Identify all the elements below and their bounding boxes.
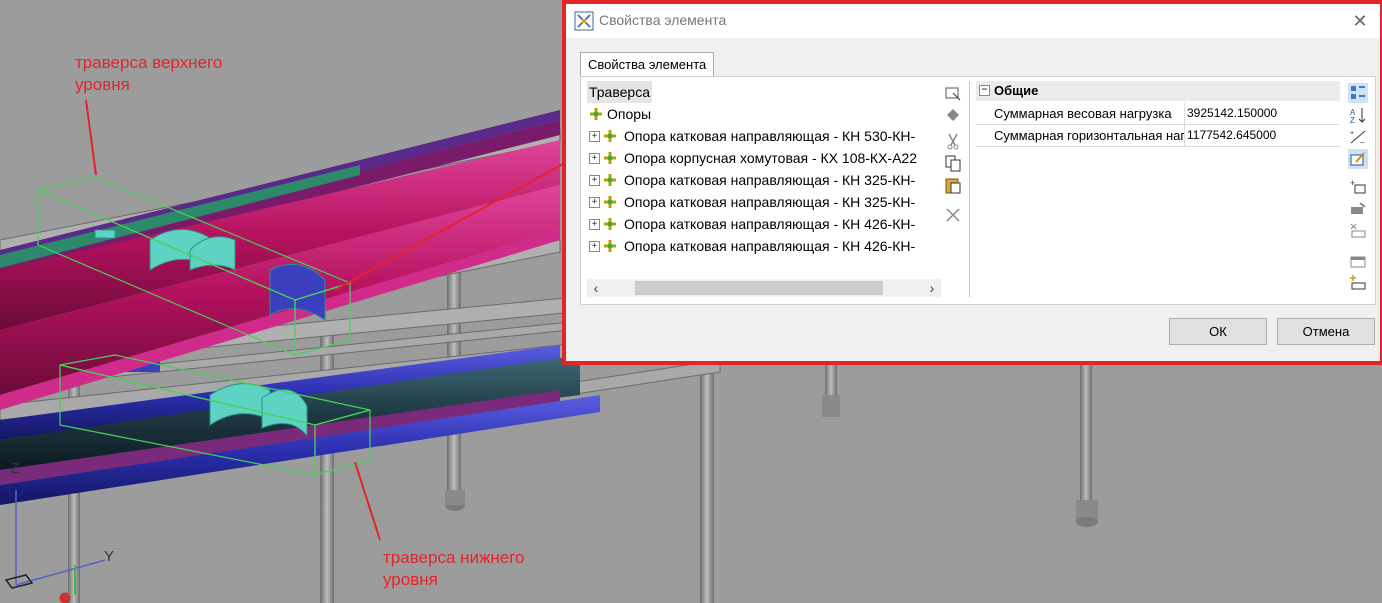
tree-item-label: Опора корпусная хомутовая - КХ 108-КХ-А2… — [624, 150, 917, 166]
tree-group-label: Опоры — [607, 106, 652, 122]
plus-minus-icon[interactable]: +− — [1348, 127, 1368, 147]
paste-icon[interactable] — [943, 175, 963, 195]
property-value[interactable]: 3925142.150000 — [1185, 103, 1337, 124]
tree-item-label: Опора катковая направляющая - КН 426-КН- — [624, 216, 916, 232]
tab-panel: Траверса Опоры + Опора катковая направляю… — [580, 76, 1376, 305]
property-row[interactable]: Суммарная весовая нагрузка 3925142.150000 — [976, 103, 1340, 125]
new-property-icon[interactable] — [1348, 273, 1368, 293]
upper-traverse-label: траверса верхнего уровня — [75, 53, 223, 94]
property-grid: − Общие Суммарная весовая нагрузка 392514… — [976, 81, 1340, 297]
sort-alphabetical-icon[interactable]: AZ — [1348, 105, 1368, 125]
tree-horizontal-scrollbar[interactable]: ‹ › — [587, 279, 941, 297]
select-object-icon[interactable] — [943, 83, 963, 103]
support-node-icon — [604, 240, 616, 252]
categorized-view-icon[interactable] — [1348, 83, 1368, 103]
axis-y-label: Y — [104, 548, 115, 565]
category-label: Общие — [994, 83, 1039, 98]
tree-item-label: Опора катковая направляющая - КН 325-КН- — [624, 194, 916, 210]
close-button[interactable]: ✕ — [1348, 9, 1372, 33]
expand-icon[interactable]: + — [589, 131, 600, 142]
expand-icon[interactable]: + — [589, 219, 600, 230]
edit-property-icon[interactable] — [1348, 149, 1368, 169]
expand-icon[interactable]: + — [589, 241, 600, 252]
scroll-right-icon[interactable]: › — [923, 279, 941, 297]
property-settings-icon[interactable] — [1348, 199, 1368, 219]
property-name: Суммарная весовая нагрузка — [992, 103, 1185, 124]
element-properties-dialog: Свойства элемента ✕ Свойства элемента Тр… — [562, 0, 1382, 365]
dialog-titlebar[interactable]: Свойства элемента ✕ — [566, 4, 1380, 38]
element-tree[interactable]: Траверса Опоры + Опора катковая направляю… — [587, 81, 941, 277]
remove-property-icon[interactable] — [1348, 221, 1368, 241]
delete-icon[interactable] — [943, 205, 963, 225]
collapse-icon[interactable]: − — [979, 85, 990, 96]
expand-icon[interactable]: + — [589, 197, 600, 208]
tree-root-traverse[interactable]: Траверса — [587, 81, 652, 103]
node-icon[interactable] — [943, 105, 963, 125]
svg-text:+: + — [1350, 130, 1354, 137]
scroll-thumb[interactable] — [635, 281, 883, 295]
dialog-title: Свойства элемента — [599, 12, 727, 28]
property-toolbar: AZ + − + — [1346, 81, 1370, 297]
tree-item-label: Опора катковая направляющая - КН 426-КН- — [624, 238, 916, 254]
property-row[interactable]: Суммарная горизонтальная нагрузка1177542… — [976, 125, 1340, 147]
support-node-icon — [604, 152, 616, 164]
support-node-icon — [604, 196, 616, 208]
lower-traverse-label: траверса нижнего уровня — [383, 548, 525, 589]
svg-text:−: − — [1360, 138, 1365, 147]
cancel-button[interactable]: Отмена — [1277, 318, 1375, 345]
support-node-icon — [590, 108, 602, 120]
axis-z-label: Z — [10, 460, 20, 477]
support-node-icon — [604, 130, 616, 142]
expand-icon[interactable]: + — [589, 153, 600, 164]
property-name: Суммарная горизонтальная нагрузка — [992, 125, 1185, 146]
table-property-icon[interactable] — [1348, 251, 1368, 271]
support-node-icon — [604, 174, 616, 186]
add-property-icon[interactable]: + — [1348, 177, 1368, 197]
support-node-icon — [604, 218, 616, 230]
property-category-general[interactable]: − Общие — [976, 81, 1340, 101]
scroll-left-icon[interactable]: ‹ — [587, 279, 605, 297]
property-value[interactable]: 1177542.645000 — [1185, 125, 1337, 146]
svg-text:+: + — [1350, 178, 1355, 188]
tree-item-label: Опора катковая направляющая - КН 530-КН- — [624, 128, 916, 144]
tree-item-label: Опора катковая направляющая - КН 325-КН- — [624, 172, 916, 188]
copy-icon[interactable] — [943, 153, 963, 173]
ok-button[interactable]: ОК — [1169, 318, 1267, 345]
close-icon: ✕ — [1352, 11, 1368, 31]
tree-toolbar — [941, 81, 965, 297]
app-icon — [574, 11, 594, 31]
pane-divider[interactable] — [969, 81, 970, 297]
expand-icon[interactable]: + — [589, 175, 600, 186]
cut-icon[interactable] — [943, 131, 963, 151]
svg-text:Z: Z — [1350, 116, 1355, 125]
tab-element-properties[interactable]: Свойства элемента — [580, 52, 715, 77]
